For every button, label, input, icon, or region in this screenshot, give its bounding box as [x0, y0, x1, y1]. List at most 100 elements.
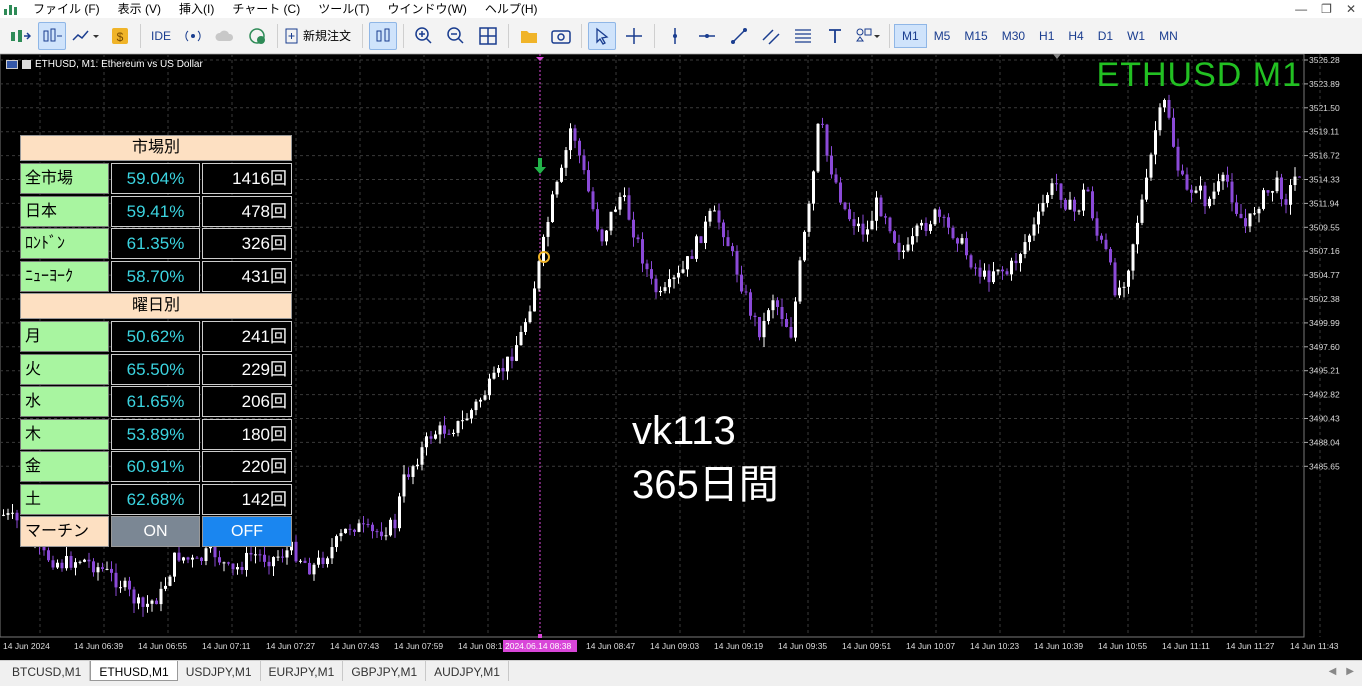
- menu-file[interactable]: ファイル (F): [24, 0, 109, 18]
- candle-body: [794, 301, 797, 338]
- toolbar-separator: [362, 23, 364, 48]
- tab-eurjpy[interactable]: EURJPY,M1: [261, 661, 344, 681]
- price-label: 3514.33: [1309, 175, 1340, 185]
- tab-scroll-left-icon[interactable]: ◀: [1329, 666, 1337, 677]
- text-icon[interactable]: [821, 22, 849, 50]
- martingale-off-button[interactable]: OFF: [202, 516, 292, 547]
- tab-gbpjpy[interactable]: GBPJPY,M1: [343, 661, 427, 681]
- timeframe-w1[interactable]: W1: [1120, 24, 1152, 48]
- candle-body: [879, 197, 883, 217]
- vertical-line-icon[interactable]: [661, 22, 689, 50]
- menu-tools[interactable]: ツール(T): [309, 0, 378, 18]
- algo-trading-icon[interactable]: [6, 22, 34, 50]
- channel-icon[interactable]: [757, 22, 785, 50]
- candle-body: [771, 300, 775, 311]
- cloud-icon[interactable]: [211, 22, 239, 50]
- horizontal-line-icon[interactable]: [693, 22, 721, 50]
- restore-button[interactable]: ❐: [1321, 0, 1332, 18]
- candle-body: [695, 236, 698, 259]
- candle-body: [429, 436, 433, 439]
- candle-body: [1293, 176, 1297, 186]
- candle-body: [1194, 190, 1198, 193]
- tab-ethusd[interactable]: ETHUSD,M1: [90, 661, 178, 681]
- timeframe-d1[interactable]: D1: [1091, 24, 1120, 48]
- candle-body: [1163, 99, 1166, 108]
- vps-icon[interactable]: [243, 22, 271, 50]
- timeframe-h1[interactable]: H1: [1032, 24, 1061, 48]
- price-label: 3499.99: [1309, 318, 1340, 328]
- tab-btcusd[interactable]: BTCUSD,M1: [4, 661, 91, 681]
- candle-body: [686, 256, 689, 270]
- dollar-icon[interactable]: $: [106, 22, 134, 50]
- candle-body: [1275, 177, 1279, 192]
- fibonacci-icon[interactable]: [789, 22, 817, 50]
- crosshair-icon[interactable]: [620, 22, 648, 50]
- chart-tabs: BTCUSD,M1 ETHUSD,M1 USDJPY,M1 EURJPY,M1 …: [0, 660, 1362, 686]
- price-label: 3526.28: [1309, 55, 1340, 65]
- tab-scroll-right-icon[interactable]: ▶: [1346, 666, 1354, 677]
- screenshot-icon[interactable]: [547, 22, 575, 50]
- price-label: 3519.11: [1309, 127, 1339, 137]
- trendline-icon[interactable]: [725, 22, 753, 50]
- candle-body: [87, 559, 91, 562]
- candle-body: [1073, 199, 1076, 212]
- tile-windows-icon[interactable]: [474, 22, 502, 50]
- candle-body: [1032, 224, 1036, 236]
- folder-icon[interactable]: [515, 22, 543, 50]
- stats-row-winrate: 60.91%: [111, 451, 200, 482]
- new-order-button[interactable]: 新規注文: [284, 22, 356, 50]
- price-label: 3507.16: [1309, 246, 1340, 256]
- menu-help[interactable]: ヘルプ(H): [476, 0, 547, 18]
- price-label: 3490.43: [1309, 414, 1340, 424]
- chart-shift-icon[interactable]: [38, 21, 66, 50]
- time-label: 14 Jun 06:55: [138, 641, 187, 651]
- candle-body: [951, 227, 955, 239]
- candle-body: [470, 410, 473, 419]
- candle-body: [645, 263, 649, 270]
- menu-window[interactable]: ウインドウ(W): [379, 0, 476, 18]
- menu-chart[interactable]: チャート (C): [223, 0, 309, 18]
- candle-body: [915, 225, 919, 237]
- candlestick-icon[interactable]: [369, 21, 398, 50]
- candle-body: [1140, 199, 1144, 223]
- timeframe-m1[interactable]: M1: [894, 23, 927, 48]
- candle-body: [1239, 213, 1243, 219]
- menu-insert[interactable]: 挿入(I): [170, 0, 223, 18]
- cursor-icon[interactable]: [588, 21, 617, 50]
- candle-body: [537, 261, 541, 289]
- candle-body: [303, 560, 307, 563]
- line-chart-dropdown-icon[interactable]: [70, 22, 102, 50]
- candle-body: [672, 277, 676, 280]
- candle-body: [731, 246, 734, 252]
- candle-body: [326, 558, 329, 565]
- martingale-on-button[interactable]: ON: [111, 516, 200, 547]
- candle-body: [6, 513, 10, 515]
- symbol-flag-icon: [22, 60, 31, 69]
- candle-body: [1001, 269, 1004, 272]
- menu-view[interactable]: 表示 (V): [109, 0, 170, 18]
- candle-body: [474, 401, 478, 411]
- zoom-out-icon[interactable]: [442, 22, 470, 50]
- shapes-dropdown-icon[interactable]: [853, 22, 883, 50]
- minimize-button[interactable]: —: [1295, 0, 1307, 18]
- tab-audjpy[interactable]: AUDJPY,M1: [426, 661, 509, 681]
- candle-body: [866, 229, 869, 235]
- tab-usdjpy[interactable]: USDJPY,M1: [178, 661, 261, 681]
- zoom-in-icon[interactable]: [410, 22, 438, 50]
- timeframe-m15[interactable]: M15: [957, 24, 994, 48]
- timeframe-mn[interactable]: MN: [1152, 24, 1185, 48]
- martingale-label: マーチン: [20, 516, 109, 547]
- close-button[interactable]: ✕: [1346, 0, 1356, 18]
- timeframe-m5[interactable]: M5: [927, 24, 958, 48]
- candle-body: [564, 150, 568, 168]
- candle-body: [231, 563, 235, 570]
- timeframe-m30[interactable]: M30: [995, 24, 1032, 48]
- chart-area[interactable]: 3526.28 3523.89 3521.50 3519.11 3516.72 3514.…: [0, 54, 1362, 660]
- candle-body: [587, 170, 590, 192]
- timeframe-h4[interactable]: H4: [1061, 24, 1090, 48]
- candle-body: [1190, 189, 1193, 193]
- ide-button[interactable]: IDE: [147, 22, 175, 50]
- candle-body: [911, 236, 914, 245]
- signal-icon[interactable]: [179, 22, 207, 50]
- candle-body: [969, 255, 973, 268]
